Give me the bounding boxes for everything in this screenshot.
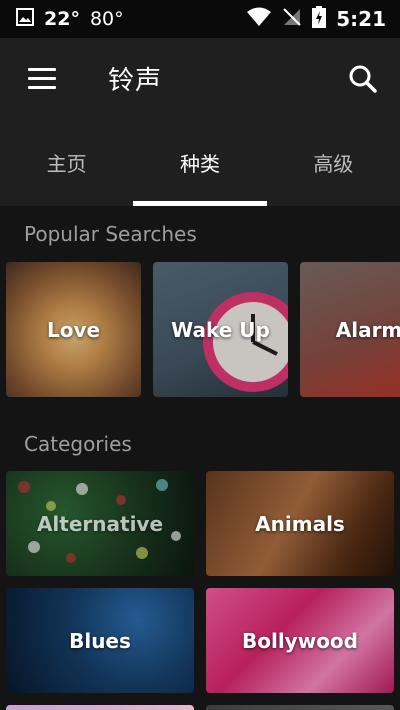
category-card-label: Bollywood [241, 628, 358, 653]
search-button[interactable] [348, 64, 378, 94]
category-card-animals[interactable]: Animals [206, 471, 394, 576]
category-card-label: Animals [255, 511, 345, 536]
tab-bar: 主页 种类 高级 [0, 122, 400, 206]
popular-card-love[interactable]: Love [6, 262, 141, 397]
tab-categories[interactable]: 种类 [133, 122, 267, 206]
app-title: 铃声 [108, 66, 163, 96]
tab-home[interactable]: 主页 [0, 122, 133, 206]
category-card-partial[interactable] [6, 705, 194, 710]
status-bar-right: 5:21 [246, 5, 400, 33]
menu-icon [28, 68, 56, 71]
tab-advanced[interactable]: 高级 [267, 122, 400, 206]
status-bar: 22° 80° 5:21 [0, 0, 400, 38]
popular-card-label: Alarm [335, 317, 400, 342]
temperature-fahrenheit: 80° [89, 8, 124, 30]
popular-searches-heading: Popular Searches [24, 222, 197, 246]
clock: 5:21 [336, 7, 386, 31]
category-card-partial[interactable] [206, 705, 394, 710]
wifi-icon [246, 7, 272, 32]
app-bar: 铃声 [0, 38, 400, 122]
category-card-alternative[interactable]: Alternative [6, 471, 194, 576]
image-icon [16, 7, 34, 31]
category-card-blues[interactable]: Blues [6, 588, 194, 693]
category-card-label: Blues [69, 628, 131, 653]
status-bar-left: 22° 80° [0, 7, 124, 31]
menu-button[interactable] [28, 68, 56, 90]
categories-heading: Categories [24, 432, 132, 456]
popular-card-label: Love [46, 317, 101, 342]
popular-card-label: Wake Up [171, 317, 270, 342]
battery-charging-icon [312, 5, 327, 33]
popular-card-alarm[interactable]: Alarm [300, 262, 400, 397]
temperature-celsius: 22° [44, 8, 80, 30]
category-card-label: Alternative [36, 511, 164, 536]
no-signal-icon [282, 7, 302, 32]
category-card-bollywood[interactable]: Bollywood [206, 588, 394, 693]
search-icon [348, 64, 378, 98]
popular-card-wake-up[interactable]: Wake Up [153, 262, 288, 397]
